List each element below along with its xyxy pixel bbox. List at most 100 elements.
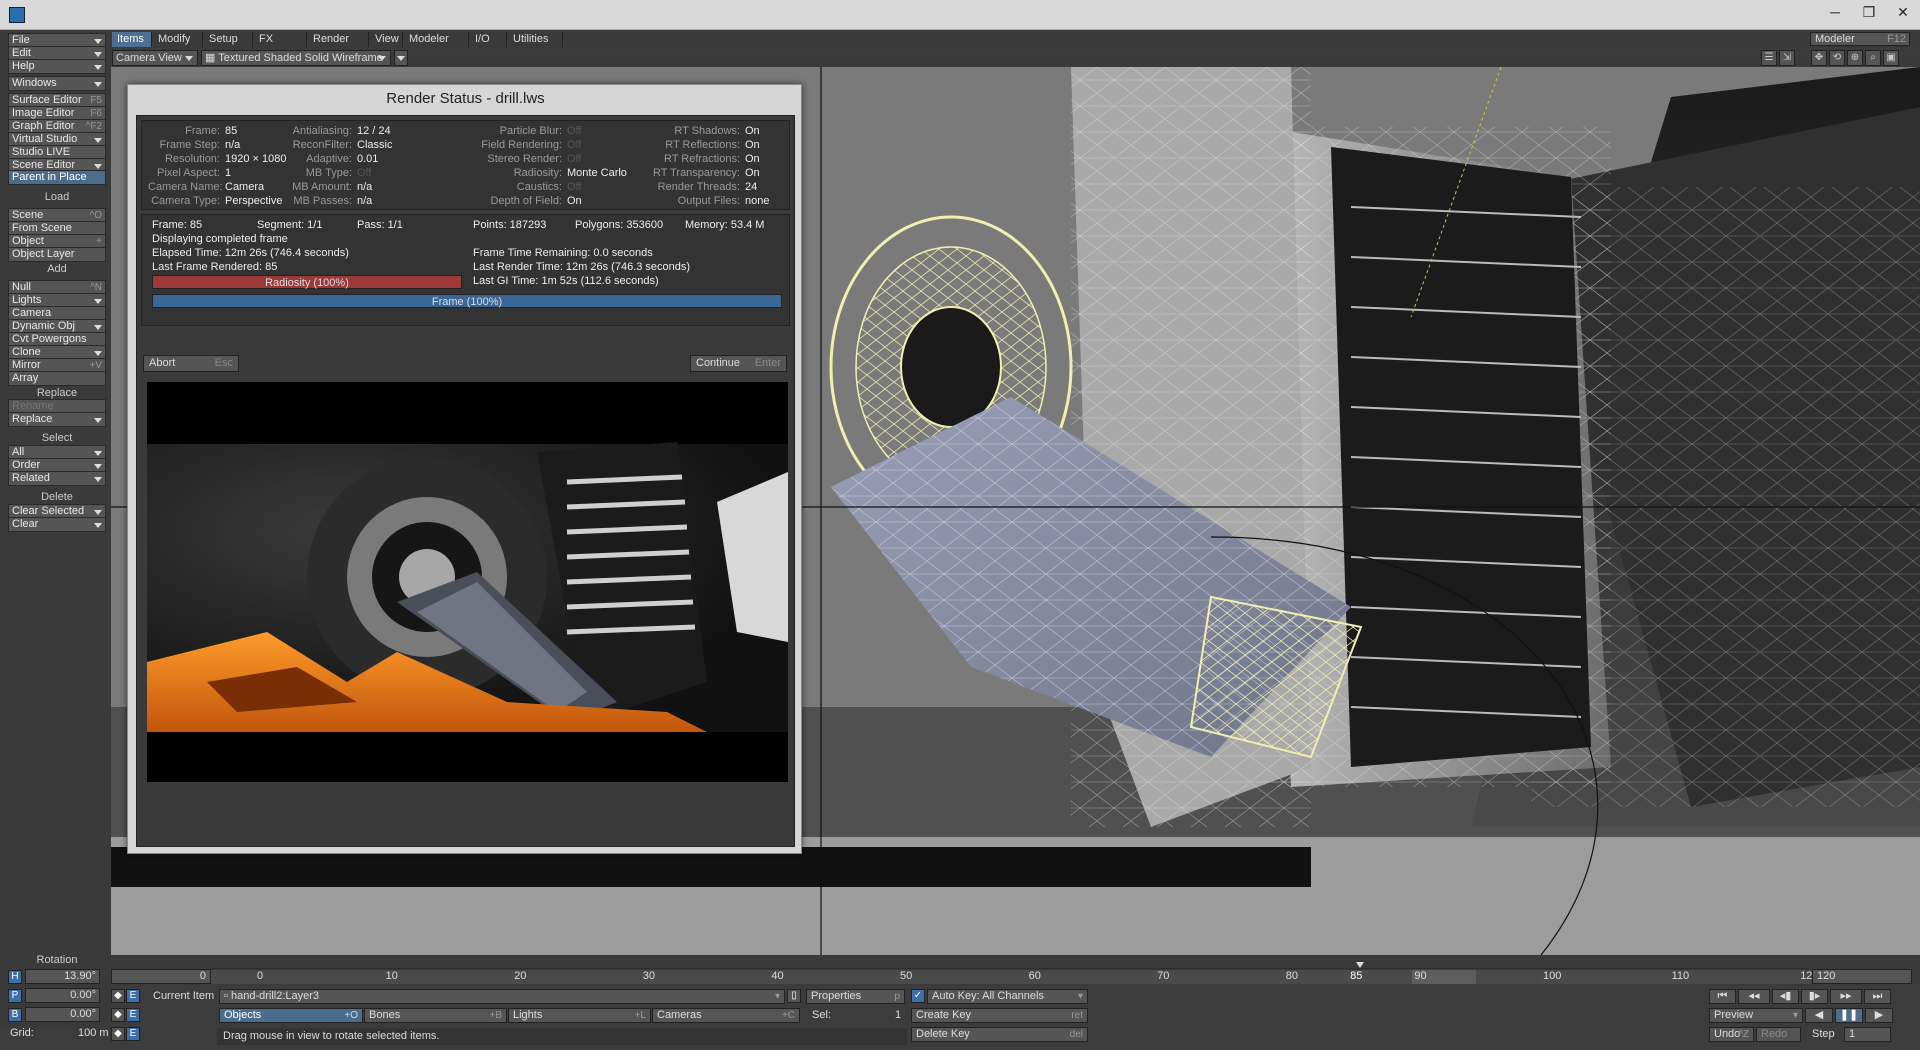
h-keyframe-icon[interactable]: ◆ [111, 989, 125, 1003]
expand-icon[interactable]: ⇲ [1779, 50, 1795, 66]
continue-button[interactable]: Continue Enter [690, 355, 787, 372]
render-preview-image [147, 382, 788, 782]
timeline-tick: 10 [385, 970, 398, 982]
left-load_h: Load [44, 191, 70, 203]
view-type-select[interactable]: Camera View [112, 50, 198, 66]
abort-button[interactable]: Abort Esc [143, 355, 239, 372]
current-frame-marker-icon[interactable] [1356, 962, 1365, 968]
timeline-tick: 90 [1414, 970, 1427, 982]
next-frame-icon[interactable]: ▮▸ [1801, 989, 1828, 1004]
grid-value: 100 m [78, 1027, 109, 1039]
title-bar: ─ ❐ ✕ [0, 0, 1920, 30]
rotate-view-icon[interactable]: ⟲ [1829, 50, 1845, 66]
left-add-7[interactable]: Array [8, 371, 106, 386]
next-key-icon[interactable]: ▸▸ [1830, 989, 1862, 1004]
left-delete-1[interactable]: Clear [8, 517, 106, 532]
timeline-tick: 70 [1157, 970, 1170, 982]
parent-in-place-button[interactable]: Parent in Place [8, 170, 106, 185]
previous-key-icon[interactable]: ◂◂ [1738, 989, 1770, 1004]
search-icon[interactable]: ⌕ [1865, 50, 1881, 66]
left-replace-1[interactable]: Replace [8, 412, 106, 427]
timeline-ruler[interactable] [211, 955, 1911, 985]
radiosity-progress-bar: Radiosity (100%) [152, 275, 462, 289]
setting-col4-3: RT Transparency: On [652, 167, 760, 179]
minimize-button[interactable]: ─ [1818, 2, 1852, 22]
restore-button[interactable]: ❐ [1852, 2, 1886, 22]
bones-button[interactable]: Bones +B [364, 1008, 507, 1023]
tab-items[interactable]: Items [112, 32, 152, 47]
p-channel-label[interactable]: P [8, 989, 22, 1003]
auto-key-checkbox[interactable]: ✓ [911, 989, 925, 1003]
b-envelope-icon[interactable]: E [126, 1027, 140, 1041]
cameras-button[interactable]: Cameras +C [652, 1008, 800, 1023]
last-frame-icon[interactable]: ⏭ [1864, 989, 1891, 1004]
lights-button[interactable]: Lights +L [508, 1008, 651, 1023]
heading-field[interactable]: 13.90° [25, 969, 100, 984]
tab-utilities[interactable]: Utilities [508, 32, 563, 47]
timeline-tick: 100 [1543, 970, 1562, 982]
close-button[interactable]: ✕ [1886, 2, 1920, 22]
step-field[interactable]: 1 [1844, 1027, 1891, 1042]
h-envelope-icon[interactable]: E [126, 989, 140, 1003]
left-top-3[interactable]: Windows [8, 76, 106, 91]
tab-fx-tools[interactable]: FX Tools [254, 32, 307, 60]
current-frame-indicator[interactable]: 85 [1350, 970, 1362, 982]
play-reverse-icon[interactable]: ◀ [1805, 1008, 1833, 1023]
timeline-end-field[interactable]: 120 [1812, 969, 1912, 984]
auto-key-select[interactable]: Auto Key: All Channels ▾ [927, 989, 1088, 1004]
menu-tabs: ItemsModifySetupFX ToolsRenderViewModele… [111, 30, 1920, 60]
redo-button[interactable]: Redo [1756, 1027, 1801, 1042]
b-channel-label[interactable]: B [8, 1008, 22, 1022]
setting-col4-2: RT Refractions: On [663, 153, 760, 165]
pause-icon[interactable]: ❚❚ [1835, 1008, 1863, 1023]
timeline-start-field[interactable]: 0 [111, 969, 211, 984]
left-select-2[interactable]: Related [8, 471, 106, 486]
setting-col4-4: Render Threads: 24 [657, 181, 758, 193]
completed-status: Displaying completed frame [152, 233, 288, 245]
modeler-button[interactable]: Modeler F12 [1810, 32, 1910, 46]
b-keyframe-icon[interactable]: ◆ [111, 1027, 125, 1041]
tab-render[interactable]: Render [308, 32, 369, 47]
delete-key-button[interactable]: Delete Key del [911, 1027, 1088, 1042]
timeline[interactable]: 0 0 10 20 30 40 50 60 70 80 90 100 110 120 85 120 [111, 955, 1920, 985]
setting-col3-0: Particle Blur: Off [499, 125, 582, 137]
properties-button[interactable]: Properties p [806, 989, 905, 1004]
setting-col2-1: ReconFilter: Classic [292, 139, 393, 151]
h-channel-label[interactable]: H [8, 970, 22, 984]
p-keyframe-icon[interactable]: ◆ [111, 1008, 125, 1022]
item-info-icon[interactable]: ▯ [787, 989, 801, 1003]
preview-select[interactable]: Preview ▾ [1709, 1008, 1803, 1023]
setting-col4-1: RT Reflections: On [665, 139, 760, 151]
p-envelope-icon[interactable]: E [126, 1008, 140, 1022]
objects-button[interactable]: Objects +O [219, 1008, 363, 1023]
undo-button[interactable]: Undo ^Z [1709, 1027, 1754, 1042]
first-frame-icon[interactable]: ⏮ [1709, 989, 1736, 1004]
tab-modeler-tools[interactable]: Modeler Tools [404, 32, 469, 60]
left-top-2[interactable]: Help [8, 59, 106, 74]
setting-col1-4: Camera Name: Camera [148, 181, 265, 193]
left-load-3[interactable]: Object Layer [8, 247, 106, 262]
tab-setup[interactable]: Setup [204, 32, 253, 47]
tab-view[interactable]: View [370, 32, 403, 47]
pitch-field[interactable]: 0.00° [25, 988, 100, 1003]
setting-col1-2: Resolution: 1920 × 1080 [164, 153, 287, 165]
move-view-icon[interactable]: ✥ [1811, 50, 1827, 66]
view-options-dropdown[interactable] [394, 50, 408, 66]
left-delete_h: Delete [41, 491, 73, 503]
timeline-tick: 60 [1028, 970, 1041, 982]
zoom-view-icon[interactable]: ⊕ [1847, 50, 1863, 66]
previous-frame-icon[interactable]: ◂▮ [1772, 989, 1799, 1004]
current-item-select[interactable]: ▫ hand-drill2:Layer3 ▾ [219, 989, 785, 1004]
bank-field[interactable]: 0.00° [25, 1007, 100, 1022]
pass-status: Pass: 1/1 [357, 219, 403, 231]
play-icon[interactable]: ▶ [1865, 1008, 1893, 1023]
maximize-viewport-icon[interactable]: ▣ [1883, 50, 1899, 66]
create-key-button[interactable]: Create Key ret [911, 1008, 1088, 1023]
list-icon[interactable]: ☰ [1761, 50, 1777, 66]
sel-label: Sel: [812, 1009, 831, 1021]
tab-i-o[interactable]: I/O [470, 32, 507, 47]
timeline-tick: 110 [1671, 970, 1690, 982]
tab-modify[interactable]: Modify [153, 32, 203, 47]
left-replace_h: Replace [36, 387, 78, 399]
render-mode-select[interactable]: ▦ Textured Shaded Solid Wireframe [201, 50, 391, 66]
